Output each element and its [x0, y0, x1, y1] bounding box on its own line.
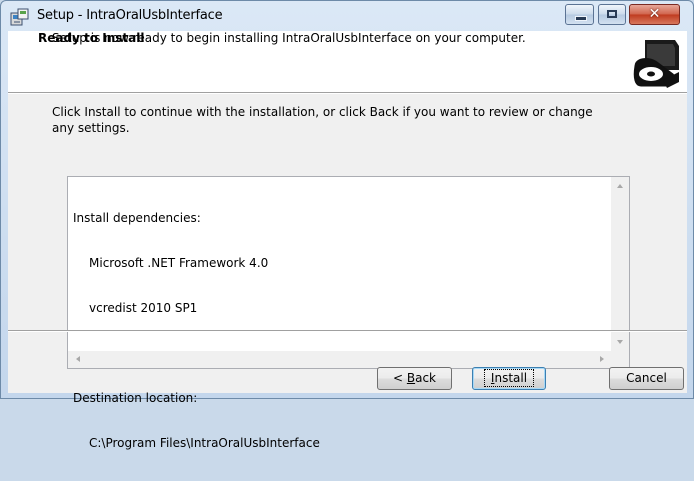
- maximize-button[interactable]: [598, 4, 626, 25]
- minimize-button[interactable]: [565, 4, 594, 25]
- install-label-rest: nstall: [494, 371, 528, 385]
- dependencies-heading: Install dependencies:: [73, 211, 201, 225]
- window-title: Setup - IntraOralUsbInterface: [37, 8, 223, 23]
- back-button-label: < Back: [393, 368, 436, 389]
- close-button[interactable]: ✕: [629, 4, 680, 25]
- maximize-icon: [607, 10, 617, 18]
- horizontal-scrollbar[interactable]: [68, 351, 612, 368]
- setup-window: Setup - IntraOralUsbInterface ✕ Ready to…: [0, 0, 694, 450]
- back-label-rest: ack: [415, 371, 436, 385]
- scroll-right-icon[interactable]: [600, 356, 604, 362]
- setup-installer-icon: [10, 8, 29, 26]
- back-prefix: <: [392, 371, 407, 385]
- dependency-item: Microsoft .NET Framework 4.0: [89, 256, 269, 270]
- header-divider-highlight: [8, 93, 687, 94]
- back-accelerator: B: [406, 371, 416, 385]
- footer-divider-highlight: [8, 331, 687, 332]
- dependency-item: vcredist 2010 SP1: [89, 301, 198, 315]
- install-disk-box-icon: [629, 36, 683, 90]
- page-subtitle: Setup is now ready to begin installing I…: [52, 31, 526, 45]
- scrollbar-corner: [612, 351, 629, 368]
- vertical-scrollbar[interactable]: [611, 177, 629, 351]
- ready-memo-box[interactable]: Install dependencies: Microsoft .NET Fra…: [67, 176, 630, 450]
- wizard-client-area: Ready to Install Setup is now ready to b…: [8, 31, 687, 450]
- scroll-up-icon[interactable]: [617, 184, 623, 188]
- cancel-button-label: Cancel: [626, 371, 667, 385]
- back-button[interactable]: < Back: [377, 367, 452, 390]
- scroll-left-icon[interactable]: [76, 356, 80, 362]
- instruction-text: Click Install to continue with the insta…: [52, 105, 593, 135]
- cancel-button[interactable]: Cancel: [609, 367, 684, 390]
- scroll-down-icon[interactable]: [617, 340, 623, 344]
- install-button[interactable]: Install: [472, 367, 546, 390]
- wizard-header: Ready to Install Setup is now ready to b…: [8, 31, 687, 92]
- close-icon: ✕: [648, 6, 661, 22]
- title-bar[interactable]: Setup - IntraOralUsbInterface ✕: [1, 1, 693, 31]
- destination-path: C:\Program Files\IntraOralUsbInterface: [89, 436, 320, 450]
- install-button-label: Install: [483, 369, 535, 387]
- minimize-icon: [575, 16, 587, 21]
